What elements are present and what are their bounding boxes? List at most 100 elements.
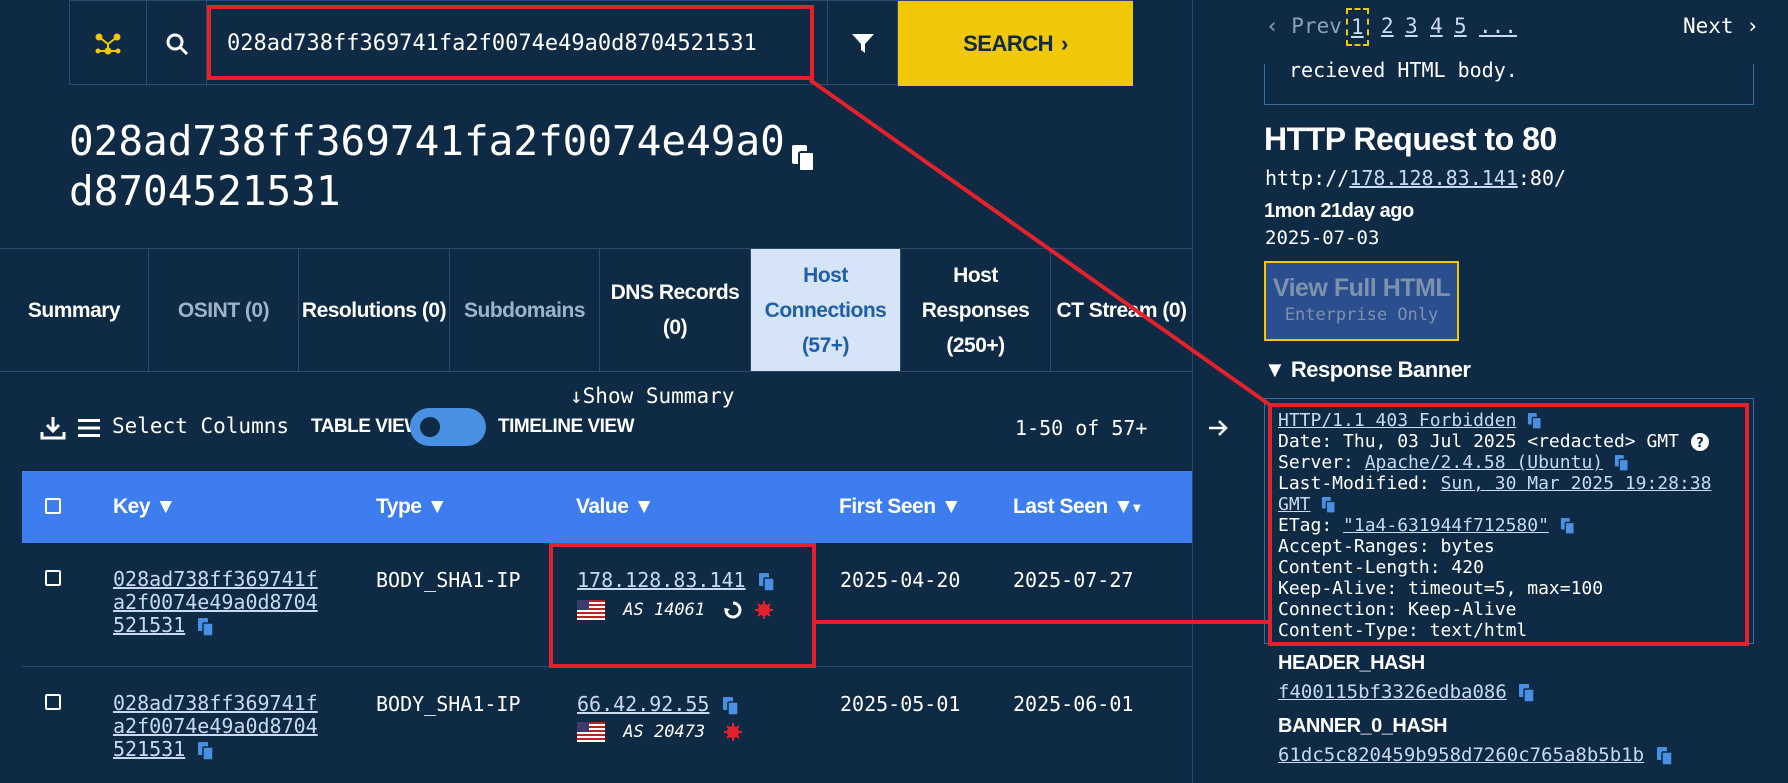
highlight-box-value: [549, 543, 816, 668]
copy-icon[interactable]: [197, 617, 215, 637]
show-summary-label: Show Summary: [582, 384, 735, 408]
page-1[interactable]: 1: [1346, 8, 1369, 46]
page-title-line2: d8704521531: [69, 167, 341, 215]
first-seen-cell: 2025-04-20: [840, 568, 961, 592]
tab-label: Host Responses: [921, 263, 1030, 322]
url-port: :80/: [1517, 166, 1567, 190]
page-5[interactable]: 5: [1454, 14, 1467, 38]
key-line: 028ad738ff369741f: [113, 691, 318, 715]
filter-button[interactable]: [827, 1, 898, 86]
view-toggle[interactable]: [410, 408, 486, 446]
page-number: 5: [1454, 14, 1467, 38]
tab-label: CT Stream (0): [1056, 298, 1187, 322]
search-icon: [166, 33, 188, 55]
request-title: HTTP Request to 80: [1264, 121, 1557, 157]
tab-count: (250+): [946, 333, 1005, 357]
graph-button[interactable]: [70, 1, 147, 86]
key-line: a2f0074e49a0d8704: [113, 590, 318, 614]
banner0-hash-link[interactable]: 61dc5c820459b958d7260c765a8b5b1b: [1278, 744, 1644, 766]
column-header-key[interactable]: Key ▼: [113, 471, 176, 543]
header-hash-link[interactable]: f400115bf3326edba086: [1278, 681, 1507, 703]
tab-host-responses[interactable]: Host Responses (250+): [901, 249, 1051, 371]
request-age: 1mon 21day ago: [1264, 200, 1414, 222]
page-4[interactable]: 4: [1430, 14, 1443, 38]
description-text: recieved HTML body.: [1289, 58, 1518, 82]
highlight-box-banner: [1268, 403, 1749, 646]
copy-icon[interactable]: [1656, 746, 1674, 766]
toggle-knob: [420, 417, 440, 437]
search-button[interactable]: SEARCH ›: [898, 1, 1133, 86]
button-sublabel: Enterprise Only: [1284, 305, 1439, 325]
tab-host-connections[interactable]: Host Connections (57+): [751, 249, 901, 371]
tab-label: Host: [803, 263, 848, 287]
arrow-right-icon[interactable]: [1206, 416, 1230, 440]
tab-label: DNS Records: [610, 281, 740, 304]
tab-subdomains[interactable]: Subdomains: [450, 249, 600, 371]
tab-label: Connections: [764, 298, 887, 322]
ip-link[interactable]: 66.42.92.55: [577, 692, 709, 716]
row-checkbox[interactable]: [45, 694, 61, 710]
key-link[interactable]: 028ad738ff369741f a2f0074e49a0d8704 5215…: [113, 568, 318, 637]
highlight-box-search: [207, 5, 814, 80]
banner0-hash-row: 61dc5c820459b958d7260c765a8b5b1b: [1278, 744, 1674, 766]
header-hash-row: f400115bf3326edba086: [1278, 681, 1536, 703]
first-seen-cell: 2025-05-01: [840, 692, 961, 716]
key-link[interactable]: 028ad738ff369741f a2f0074e49a0d8704 5215…: [113, 692, 318, 761]
select-all-checkbox[interactable]: [45, 498, 61, 514]
page-ellipsis[interactable]: ...: [1479, 14, 1517, 38]
type-cell: BODY_SHA1-IP: [376, 568, 521, 592]
sort-desc-icon: ▾: [1133, 498, 1140, 515]
select-columns-button[interactable]: Select Columns: [112, 414, 289, 438]
button-label: View Full HTML: [1272, 274, 1451, 302]
tab-summary[interactable]: Summary: [0, 249, 149, 371]
tab-count: (0): [662, 316, 688, 339]
download-icon[interactable]: [40, 415, 66, 441]
key-line: 521531: [113, 613, 186, 637]
copy-icon[interactable]: [790, 143, 816, 173]
row-checkbox[interactable]: [45, 570, 61, 586]
search-button-label: SEARCH: [963, 30, 1054, 56]
tab-osint[interactable]: OSINT (0): [149, 249, 299, 371]
column-header-value[interactable]: Value ▼: [576, 471, 655, 543]
column-label: Type: [376, 495, 422, 518]
view-full-html-button[interactable]: View Full HTML Enterprise Only: [1264, 261, 1459, 341]
banner0-hash-label: BANNER_0_HASH: [1278, 715, 1448, 737]
column-header-last-seen[interactable]: Last Seen ▼ ▾: [1013, 471, 1140, 543]
tab-dns-records[interactable]: DNS Records (0): [600, 249, 751, 371]
bug-icon[interactable]: [723, 722, 743, 742]
filter-icon: ▼: [426, 495, 448, 518]
url-scheme: http://: [1265, 166, 1350, 190]
show-summary-toggle[interactable]: ↓Show Summary: [570, 384, 734, 408]
copy-icon[interactable]: [1518, 683, 1536, 703]
asn-label: AS 20473: [623, 722, 706, 742]
column-header-type[interactable]: Type ▼: [376, 471, 448, 543]
response-banner-toggle[interactable]: ▼ Response Banner: [1264, 357, 1471, 383]
key-line: 521531: [113, 737, 186, 761]
page-3[interactable]: 3: [1405, 14, 1418, 38]
us-flag-icon: [577, 722, 605, 742]
page-2[interactable]: 2: [1381, 14, 1394, 38]
tab-ct-stream[interactable]: CT Stream (0): [1051, 249, 1192, 371]
tab-bar: Summary OSINT (0) Resolutions (0) Subdom…: [0, 248, 1192, 372]
copy-icon[interactable]: [197, 741, 215, 761]
copy-icon[interactable]: [722, 696, 740, 716]
header-hash-label: HEADER_HASH: [1278, 652, 1425, 674]
prev-page-button[interactable]: ‹ Prev: [1266, 14, 1342, 38]
column-label: First Seen: [839, 495, 936, 518]
page-number: 2: [1381, 14, 1394, 38]
table-header: Key ▼ Type ▼ Value ▼ First Seen ▼ Last S…: [22, 471, 1192, 543]
page-number: 1: [1351, 15, 1364, 39]
key-line: a2f0074e49a0d8704: [113, 714, 318, 738]
filter-icon: ▼: [633, 495, 655, 518]
tab-resolutions[interactable]: Resolutions (0): [299, 249, 450, 371]
url-ip-link[interactable]: 178.128.83.141: [1349, 166, 1518, 190]
asn-row: AS 20473: [577, 722, 743, 742]
column-label: Key: [113, 495, 151, 518]
search-icon-cell: [147, 1, 207, 86]
next-page-button[interactable]: Next ›: [1683, 14, 1759, 38]
result-count: 1-50 of 57+: [1015, 416, 1148, 440]
column-header-first-seen[interactable]: First Seen ▼: [839, 471, 962, 543]
key-line: 028ad738ff369741f: [113, 567, 318, 591]
page-title-line1: 028ad738ff369741fa2f0074e49a0: [69, 117, 785, 165]
filter-icon: [851, 33, 874, 53]
